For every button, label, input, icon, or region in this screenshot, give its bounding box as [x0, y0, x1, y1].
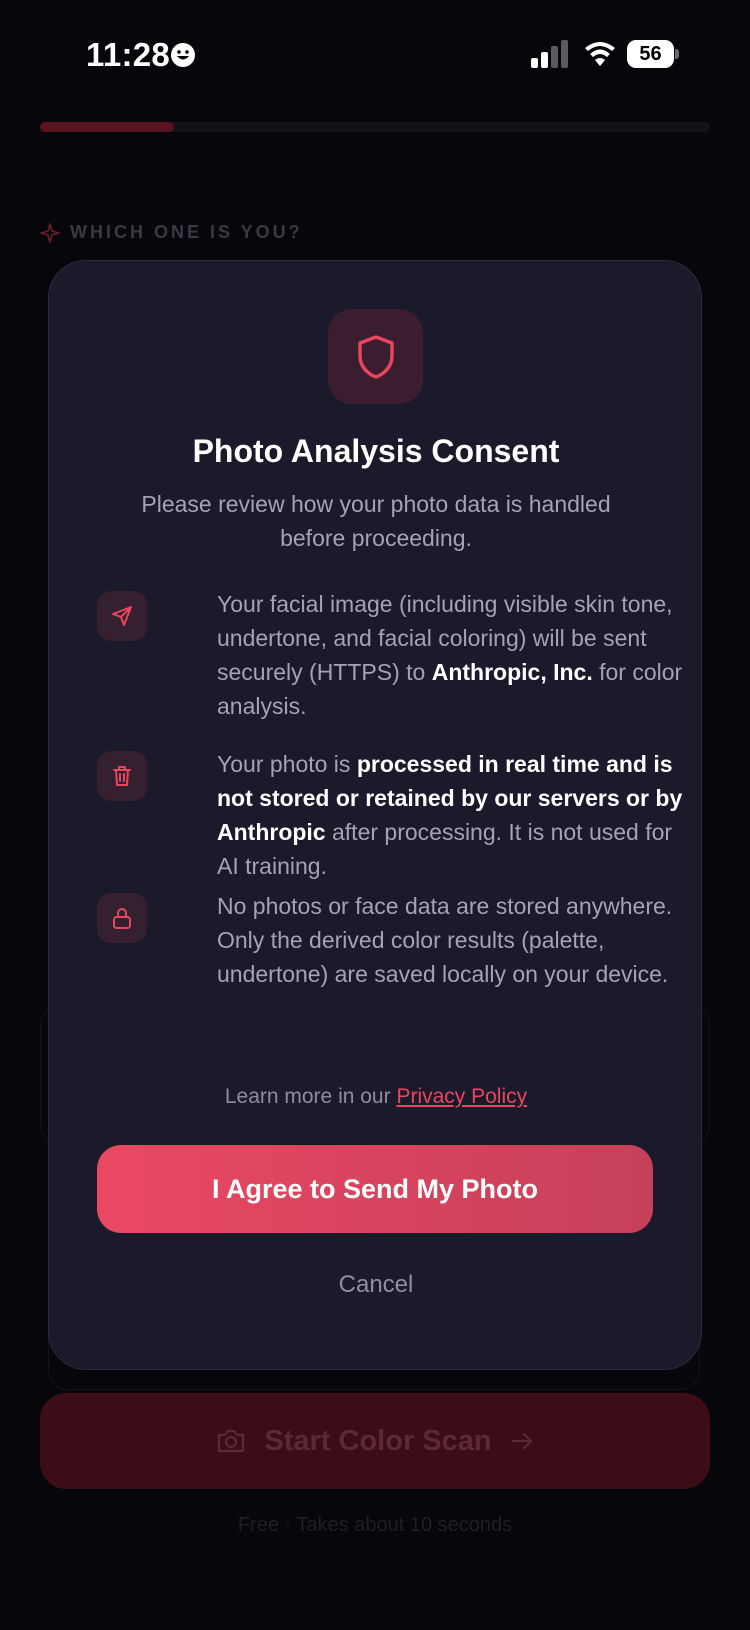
cellular-signal-icon — [531, 40, 568, 68]
app-screen: 11:28 56 WHICH ONE IS YOU? Start Color S… — [0, 0, 750, 1630]
consent-modal: Photo Analysis Consent Please review how… — [48, 260, 702, 1370]
sparkle-icon — [40, 222, 60, 243]
agree-button[interactable]: I Agree to Send My Photo — [97, 1145, 653, 1233]
shield-icon — [357, 334, 394, 379]
consent-item-text: No photos or face data are stored anywhe… — [217, 893, 673, 987]
learn-more-text: Learn more in our Privacy Policy — [224, 1085, 528, 1108]
cancel-button[interactable]: Cancel — [49, 1271, 703, 1299]
section-label: WHICH ONE IS YOU? — [40, 222, 303, 243]
shield-badge — [328, 309, 423, 404]
smiley-icon — [171, 43, 195, 67]
trash-icon — [97, 751, 147, 801]
camera-icon — [218, 1429, 245, 1453]
wifi-icon — [585, 42, 615, 66]
privacy-policy-link[interactable]: Privacy Policy — [396, 1085, 527, 1108]
battery-level: 56 — [627, 40, 674, 68]
modal-subtitle: Please review how your photo data is han… — [141, 491, 611, 551]
progress-fill — [40, 122, 174, 132]
status-bar: 11:28 56 — [0, 0, 750, 110]
start-color-scan-label: Start Color Scan — [264, 1424, 492, 1457]
scan-footnote: Free · Takes about 10 seconds — [237, 1514, 513, 1536]
onboarding-progress-bar — [40, 122, 710, 132]
battery-indicator: 56 — [627, 40, 679, 68]
start-color-scan-button[interactable]: Start Color Scan — [40, 1393, 710, 1489]
send-icon — [97, 591, 147, 641]
status-time: 11:28 — [86, 36, 171, 73]
consent-item-text: Your photo is processed in real time and… — [217, 751, 683, 879]
arrow-right-icon — [511, 1432, 532, 1450]
lock-icon — [97, 893, 147, 943]
modal-title: Photo Analysis Consent — [192, 433, 560, 469]
consent-item-text: Your facial image (including visible ski… — [217, 591, 683, 719]
